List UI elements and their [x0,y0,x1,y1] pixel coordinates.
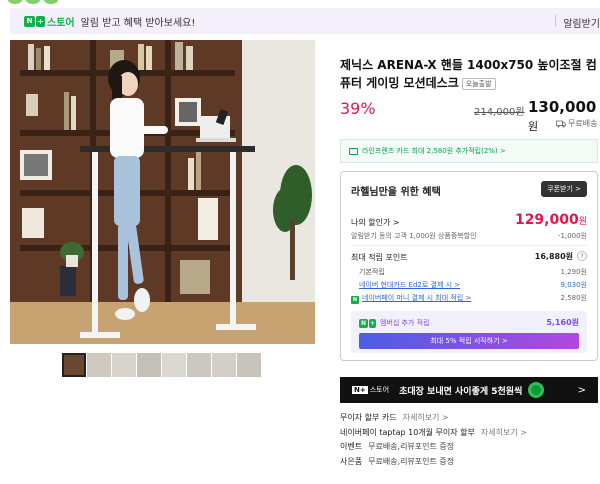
my-discount-price: 129,000원 [515,212,587,228]
alert-subscribe-button[interactable]: 알림받기 [563,15,600,30]
sale-price-value: 130,000 [528,98,597,116]
my-discount-unit: 원 [578,217,587,227]
invite-banner[interactable]: N+ 스토어 초대장 보내면 사이좋게 5천원씩 > [340,377,598,403]
info-row-event: 이벤트 무료배송,리뷰포인트 증정 [340,441,454,452]
info-detail: 무료배송,리뷰포인트 증정 [368,457,455,466]
basic-points-value: 1,290원 [560,268,587,276]
info-label: 네이버페이 taptap 10개월 무이자 할부 [340,428,475,437]
card-promo-text: 라인프렌즈 카드 최대 2,580원 추가적립(2%) > [362,147,506,155]
npay-money-row[interactable]: N 네이버페이 머니 결제 시 최대 적립 > [351,293,471,304]
info-row-gift: 사은품 무료배송,리뷰포인트 증정 [340,456,454,467]
info-detail-link[interactable]: 자세히보기 > [481,428,527,437]
today-ship-badge: 오늘출발 [461,78,496,90]
thumbnail-6[interactable] [187,353,211,377]
naver-store-logo: N + 스토어 [24,14,75,29]
nstore-logo-mark: N+ [352,386,368,394]
thumbnail-3[interactable] [112,353,136,377]
truck-icon [556,120,566,127]
store-logo-text: 스토어 [47,17,75,29]
thumbnail-4[interactable] [137,353,161,377]
info-label: 이벤트 [340,442,363,451]
top-decoration [8,0,58,4]
card-promo-banner[interactable]: 라인프렌즈 카드 최대 2,580원 추가적립(2%) > [340,139,598,163]
hyundai-card-value: 9,030원 [560,281,587,289]
npay-money-label[interactable]: 네이버페이 머니 결제 시 최대 적립 > [362,294,471,302]
card-icon [349,147,358,155]
thumbnail-2[interactable] [87,353,111,377]
thumbnail-1[interactable] [62,353,86,377]
membership-label-row: N + 멤버십 추가 적립 [359,318,430,328]
thumbnail-8[interactable] [237,353,261,377]
nstore-logo: N+ 스토어 [352,385,389,395]
npay-icon: N [351,296,359,304]
thumbnail-5[interactable] [162,353,186,377]
max-points-value: 16,880원 [534,252,573,261]
plus-logo-icon: + [36,15,45,27]
thumbnail-7[interactable] [212,353,236,377]
shipping-info: 무료배송 [556,118,597,129]
alert-banner[interactable]: N + 스토어 알림 받고 혜택 받아보세요! 알림받기 [10,8,600,34]
alert-coupon-value: -1,000원 [557,232,587,240]
divider [351,245,587,246]
n-logo-icon: N [24,15,35,27]
banner-divider [555,15,556,27]
info-row-taptap: 네이버페이 taptap 10개월 무이자 할부 자세히보기 > [340,427,527,438]
membership-value: 5,160원 [546,318,579,327]
info-label: 사은품 [340,457,363,466]
banner-message: 알림 받고 혜택 받아보세요! [80,17,196,29]
coin-icon [528,382,545,398]
membership-start-button[interactable]: 최대 5% 적립 시작하기 > [359,333,579,349]
help-icon[interactable]: ? [577,251,587,261]
my-discount-label[interactable]: 나의 할인가 > [351,217,400,228]
info-row-installment: 무이자 할부 카드 자세히보기 > [340,412,449,423]
basic-points-label: 기본적립 [359,268,385,276]
membership-box: N + 멤버십 추가 적립 5,160원 최대 5% 적립 시작하기 > [351,311,587,353]
thumbnail-strip [62,353,261,377]
info-detail-link[interactable]: 자세히보기 > [403,413,449,422]
discount-rate: 39% [340,99,376,118]
sale-price-unit: 원 [528,120,539,133]
chevron-right-icon: > [577,384,586,396]
original-price: 214,000원 [474,107,525,118]
npay-money-value: 2,580원 [560,294,587,302]
benefit-panel: 라헬님만을 위한 혜택 쿠폰받기 > 나의 할인가 > 129,000원 알림받… [340,171,598,361]
shipping-text: 무료배송 [568,119,598,128]
info-label: 무이자 할부 카드 [340,413,397,422]
my-discount-value: 129,000 [514,212,579,228]
invite-text: 초대장 보내면 사이좋게 5천원씩 [399,386,523,397]
nstore-logo-text: 스토어 [369,386,390,394]
benefit-heading: 라헬님만을 위한 혜택 [351,187,441,198]
product-main-image[interactable] [10,40,315,344]
alert-coupon-label: 알림받기 동의 고객 1,000원 상품중복할인 [351,232,477,240]
product-title: 제닉스 ARENA-X 핸들 1400x750 높이조절 컴퓨터 게이밍 모션데… [340,56,598,92]
max-points-label: 최대 적립 포인트 [351,253,408,262]
membership-label: 멤버십 추가 적립 [380,319,430,327]
info-detail: 무료배송,리뷰포인트 증정 [368,442,455,451]
hyundai-card-link[interactable]: 네이버 현대카드 Ed2로 결제 시 > [359,280,460,290]
coupon-button[interactable]: 쿠폰받기 > [541,181,587,197]
nplus-icon: N + [359,318,376,328]
